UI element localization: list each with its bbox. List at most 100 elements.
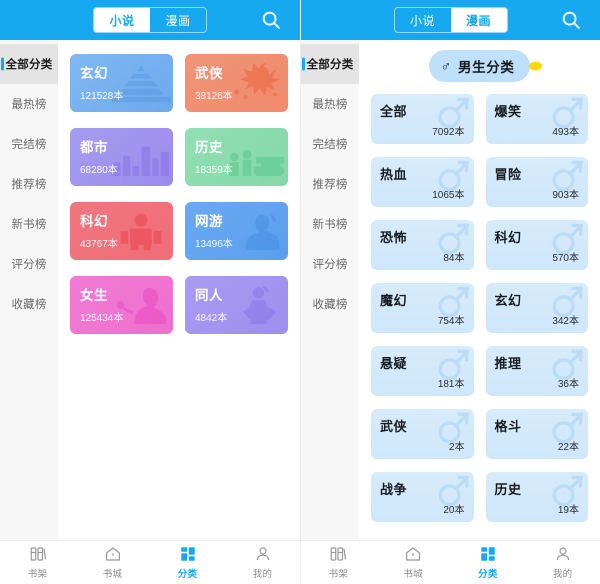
- search-icon[interactable]: [560, 9, 582, 31]
- tab-bookshelf[interactable]: 书架: [301, 545, 376, 580]
- manga-category-name: 恐怖: [380, 230, 408, 245]
- novel-category-card[interactable]: 同人 4842本: [185, 276, 288, 334]
- manga-category-name: 战争: [380, 482, 408, 497]
- novel-category-count: 121528本: [80, 91, 124, 102]
- manga-category-name: 魔幻: [380, 293, 408, 308]
- manga-category-count: 36本: [557, 379, 579, 390]
- manga-category-card[interactable]: 热血 1065本: [371, 157, 474, 207]
- manga-category-count: 493本: [552, 127, 579, 138]
- novel-category-card[interactable]: 科幻 43767本: [70, 202, 173, 260]
- manga-category-card[interactable]: 爆笑 493本: [485, 94, 588, 144]
- manga-category-card[interactable]: 全部 7092本: [371, 94, 474, 144]
- top-bar-right: 小说 漫画: [301, 0, 600, 40]
- novel-category-name: 科幻: [80, 214, 108, 229]
- tab-user-profile[interactable]: 我的: [225, 545, 300, 580]
- sidebar-item-rank-6[interactable]: 收藏榜: [0, 284, 58, 324]
- sidebar-item-rank-2[interactable]: 完结榜: [301, 124, 359, 164]
- manga-category-name: 悬疑: [380, 356, 408, 371]
- gender-filter-boys[interactable]: ♂ 男生分类: [428, 50, 543, 82]
- sidebar-item-rank-3[interactable]: 推荐榜: [0, 164, 58, 204]
- novel-category-card[interactable]: 女生 125434本: [70, 276, 173, 334]
- novel-category-count: 43767本: [80, 239, 118, 250]
- novel-category-name: 武侠: [195, 66, 223, 81]
- sidebar-item-all-categories[interactable]: 全部分类: [301, 44, 359, 84]
- novel-category-card[interactable]: 网游 13496本: [185, 202, 288, 260]
- segment-manga-right[interactable]: 漫画: [450, 8, 507, 32]
- search-icon[interactable]: [260, 9, 282, 31]
- novel-category-card[interactable]: 玄幻 121528本: [70, 54, 173, 112]
- tab-label: 书城: [403, 569, 423, 580]
- content-type-segmented-control-right[interactable]: 小说 漫画: [393, 7, 508, 33]
- segment-manga-left[interactable]: 漫画: [150, 8, 206, 32]
- segment-novel-left[interactable]: 小说: [94, 8, 150, 32]
- manga-category-count: 84本: [443, 253, 465, 264]
- manga-category-card[interactable]: 推理 36本: [485, 346, 588, 396]
- user-profile-icon: [254, 545, 272, 563]
- manga-category-count: 570本: [552, 253, 579, 264]
- content-type-segmented-control-left[interactable]: 小说 漫画: [93, 7, 207, 33]
- novel-category-name: 历史: [195, 140, 223, 155]
- manga-category-count: 903本: [552, 190, 579, 201]
- manga-category-name: 历史: [494, 482, 522, 497]
- manga-category-name: 全部: [380, 104, 408, 119]
- manga-category-card[interactable]: 武侠 2本: [371, 409, 474, 459]
- novel-category-count: 125434本: [80, 313, 124, 324]
- sidebar-item-rank-4[interactable]: 新书榜: [0, 204, 58, 244]
- bottom-tab-bar-left: 书架 书城 分类 我的: [0, 540, 300, 584]
- bookstore-home-icon: [404, 545, 422, 563]
- novel-category-card[interactable]: 历史 18359本: [185, 128, 288, 186]
- manga-category-card[interactable]: 恐怖 84本: [371, 220, 474, 270]
- tab-grid-category[interactable]: 分类: [451, 545, 526, 580]
- tab-grid-category[interactable]: 分类: [150, 545, 225, 580]
- sidebar-item-rank-5[interactable]: 评分榜: [0, 244, 58, 284]
- manga-category-card[interactable]: 冒险 903本: [485, 157, 588, 207]
- novel-category-card[interactable]: 武侠 38126本: [185, 54, 288, 112]
- manga-category-count: 20本: [443, 505, 465, 516]
- manga-category-name: 武侠: [380, 419, 408, 434]
- tab-label: 书架: [328, 569, 349, 580]
- main-body-left: 全部分类 最热榜完结榜推荐榜 新书榜评分榜收藏榜 玄幻 121528本 武侠 38126本…: [0, 40, 300, 540]
- manga-category-card[interactable]: 历史 19本: [485, 472, 588, 522]
- novel-category-count: 18359本: [195, 165, 233, 176]
- main-body-right: 全部分类最热榜完结榜 推荐榜 新书榜评分榜收藏榜 ♂ 男生分类 全部 7092本 爆笑 4…: [301, 40, 600, 540]
- grid-category-icon: [179, 545, 197, 563]
- sidebar-item-rank-3[interactable]: 推荐榜: [301, 164, 359, 204]
- manga-category-count: 754本: [437, 316, 465, 327]
- sidebar-item-rank-4[interactable]: 新书榜: [301, 204, 359, 244]
- manga-category-card[interactable]: 战争 20本: [371, 472, 474, 522]
- sidebar-item-rank-1[interactable]: 最热榜: [301, 84, 359, 124]
- tab-user-profile[interactable]: 我的: [525, 545, 600, 580]
- novel-category-name: 女生: [80, 288, 108, 303]
- sidebar-item-label: 评分榜: [312, 259, 348, 271]
- novel-category-name: 玄幻: [80, 66, 108, 81]
- manga-category-card[interactable]: 科幻 570本: [485, 220, 588, 270]
- novel-category-grid: 玄幻 121528本 武侠 38126本 都市 68280本 历史 18359本科幻 43767…: [58, 40, 300, 334]
- sidebar-item-label: 完结榜: [11, 139, 47, 151]
- gender-filter-row: ♂ 男生分类: [359, 40, 600, 86]
- sidebar-item-rank-5[interactable]: 评分榜: [301, 244, 359, 284]
- sidebar-item-rank-6[interactable]: 收藏榜: [301, 284, 359, 324]
- tab-label: 书城: [102, 569, 123, 580]
- sidebar-item-all-categories[interactable]: 全部分类: [0, 44, 58, 84]
- tab-bookstore-home[interactable]: 书城: [75, 545, 150, 580]
- bottom-tab-bar-right: 书架 书城 分类 我的: [301, 540, 600, 584]
- manga-category-card[interactable]: 玄幻 342本: [485, 283, 588, 333]
- manga-category-card[interactable]: 魔幻 754本: [371, 283, 474, 333]
- tab-bookstore-home[interactable]: 书城: [376, 545, 451, 580]
- manga-category-card[interactable]: 悬疑 181本: [371, 346, 474, 396]
- bookshelf-icon: [29, 545, 47, 563]
- sidebar-item-label: 收藏榜: [11, 299, 47, 311]
- sidebar-item-label: 评分榜: [11, 259, 47, 271]
- manga-category-card[interactable]: 格斗 22本: [485, 409, 588, 459]
- sidebar-item-label: 收藏榜: [312, 299, 348, 311]
- segment-novel-right[interactable]: 小说: [395, 8, 451, 32]
- manga-category-name: 科幻: [494, 230, 522, 245]
- tab-bookshelf[interactable]: 书架: [0, 545, 75, 580]
- novel-category-card[interactable]: 都市 68280本: [70, 128, 173, 186]
- novel-category-name: 网游: [195, 214, 223, 229]
- sidebar-item-label: 最热榜: [312, 99, 348, 111]
- user-profile-icon: [554, 545, 572, 563]
- manga-category-content: ♂ 男生分类 全部 7092本 爆笑 493本 热血 1065本 冒险 903本恐怖 84本 科幻…: [359, 40, 600, 540]
- sidebar-item-rank-2[interactable]: 完结榜: [0, 124, 58, 164]
- sidebar-item-rank-1[interactable]: 最热榜: [0, 84, 58, 124]
